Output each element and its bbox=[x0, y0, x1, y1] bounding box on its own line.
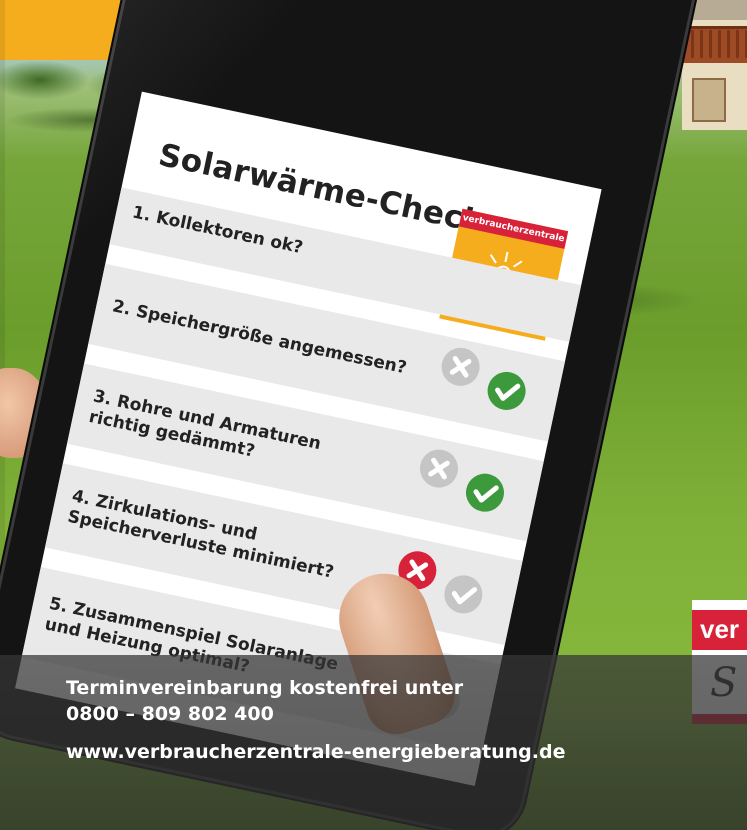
background-photo: Solarwärme-Check verbraucherzentrale Ene… bbox=[0, 0, 747, 830]
x-icon[interactable] bbox=[438, 344, 484, 390]
logo-bar-text: verbraucherzentrale bbox=[458, 208, 569, 249]
banner-line-appointment: Terminvereinbarung kostenfrei unter bbox=[66, 677, 464, 699]
house-window bbox=[692, 78, 726, 122]
banner-phone-number[interactable]: 0800 – 809 802 400 bbox=[66, 703, 274, 725]
x-icon[interactable] bbox=[416, 446, 462, 492]
banner-website-link[interactable]: www.verbraucherzentrale-energieberatung.… bbox=[66, 741, 565, 763]
edge-logo-top-text: ver bbox=[700, 614, 740, 644]
checklist-item-label: 2. Speichergröße angemessen? bbox=[110, 296, 409, 379]
checklist-item-label: 3. Rohre und Armaturen richtig gedämmt? bbox=[87, 386, 323, 462]
check-icon[interactable] bbox=[440, 571, 486, 617]
checklist-item-label: 4. Zirkulations- und Speicherverluste mi… bbox=[65, 486, 336, 583]
check-icon[interactable] bbox=[484, 368, 530, 414]
check-icon[interactable] bbox=[462, 470, 508, 516]
checklist-item-label: 1. Kollektoren ok? bbox=[130, 202, 305, 259]
contact-banner: Terminvereinbarung kostenfrei unter 0800… bbox=[0, 655, 747, 830]
